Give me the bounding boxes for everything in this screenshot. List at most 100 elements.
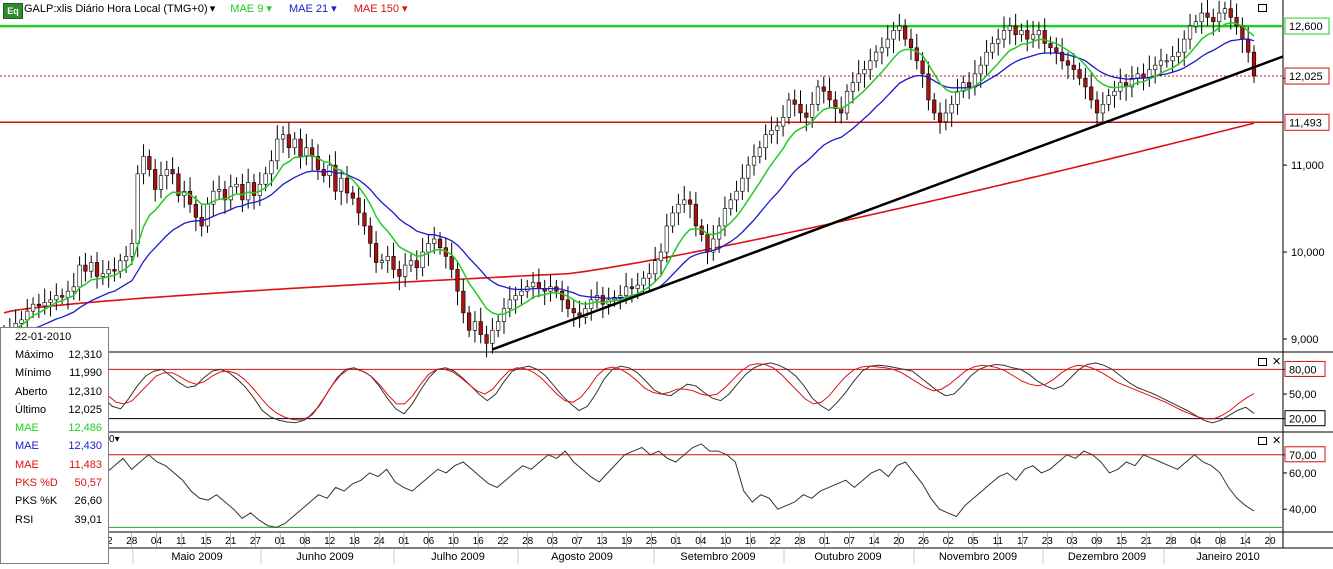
stock-chart[interactable]: 9,00010,00011,00012,00012,60012,02511,49… bbox=[0, 0, 1333, 564]
mae150-line bbox=[3, 122, 1255, 314]
maximize-pks-icon[interactable] bbox=[1258, 358, 1267, 366]
x-tick-label: 16 bbox=[745, 536, 757, 547]
x-tick-label: 04 bbox=[695, 536, 707, 547]
mae150-legend[interactable]: MAE 150 ▾ bbox=[354, 3, 408, 15]
candle-body bbox=[664, 225, 669, 253]
symbol-title[interactable]: GALP:xlis Diário Hora Local (TMG+0) bbox=[24, 3, 208, 15]
candle-body bbox=[1019, 30, 1024, 36]
x-tick-label: 10 bbox=[720, 536, 732, 547]
candle-body bbox=[298, 138, 303, 157]
candle-body bbox=[1164, 60, 1169, 63]
candle-body bbox=[693, 203, 698, 227]
candle-body bbox=[164, 169, 169, 176]
candle-body bbox=[513, 295, 518, 301]
legend-label: MAE bbox=[15, 458, 39, 471]
candle-body bbox=[1048, 43, 1053, 49]
candle-body bbox=[1170, 56, 1175, 62]
candle-body bbox=[1042, 30, 1047, 44]
candle-body bbox=[984, 51, 989, 66]
candle-body bbox=[530, 282, 536, 288]
candle-body bbox=[339, 177, 344, 192]
candle-body bbox=[496, 321, 501, 331]
candle-body bbox=[54, 295, 59, 301]
candle-body bbox=[856, 73, 861, 83]
x-tick-label: 09 bbox=[1091, 536, 1103, 547]
legend-row: PKS %D 50,57 bbox=[1, 474, 108, 492]
candle-body bbox=[1193, 21, 1198, 27]
month-label: Outubro 2009 bbox=[814, 551, 881, 563]
candle-body bbox=[141, 156, 146, 175]
candle-body bbox=[804, 112, 809, 118]
maximize-main-icon[interactable] bbox=[1258, 4, 1267, 12]
candle-body bbox=[205, 203, 210, 227]
candle-body bbox=[1007, 25, 1012, 31]
rsi-line bbox=[3, 439, 1255, 528]
candle-body bbox=[1176, 51, 1181, 57]
candle-body bbox=[234, 183, 239, 188]
candle-body bbox=[426, 243, 431, 253]
candle-body bbox=[571, 308, 576, 314]
rsi-panel-marker[interactable]: 0▾ bbox=[109, 434, 120, 445]
candle-body bbox=[1228, 8, 1233, 18]
pks-y-label: 80,00 bbox=[1289, 364, 1317, 376]
x-tick-label: 04 bbox=[151, 536, 163, 547]
candle-body bbox=[705, 234, 710, 253]
candle-body bbox=[798, 103, 803, 114]
candle-body bbox=[746, 164, 751, 179]
close-pks-icon[interactable]: ✕ bbox=[1272, 357, 1281, 368]
legend-row: Último 12,025 bbox=[1, 401, 108, 419]
legend-label: PKS %D bbox=[15, 477, 58, 490]
candle-body bbox=[246, 182, 251, 201]
candle-body bbox=[810, 103, 815, 118]
maximize-rsi-icon[interactable] bbox=[1258, 437, 1267, 445]
symbol-dropdown-icon[interactable]: ▾ bbox=[210, 3, 216, 15]
candle-body bbox=[123, 256, 129, 262]
x-tick-label: 01 bbox=[398, 536, 410, 547]
legend-label: Mínimo bbox=[15, 367, 52, 380]
candle-body bbox=[269, 160, 274, 175]
candle-body bbox=[967, 82, 972, 88]
x-tick-label: 28 bbox=[126, 536, 138, 547]
candle-body bbox=[763, 134, 768, 149]
candle-body bbox=[1246, 38, 1251, 53]
candle-body bbox=[187, 190, 193, 205]
mae9-legend[interactable]: MAE 9 ▾ bbox=[230, 3, 272, 15]
y-tick-label: 9,000 bbox=[1291, 334, 1319, 346]
candle-body bbox=[414, 260, 419, 268]
legend-date: 22-01-2010 bbox=[15, 331, 72, 343]
x-tick-label: 25 bbox=[646, 536, 658, 547]
candle-body bbox=[501, 308, 507, 322]
candle-body bbox=[775, 125, 780, 131]
candle-body bbox=[30, 303, 36, 312]
x-tick-label: 13 bbox=[596, 536, 608, 547]
candle-body bbox=[391, 256, 396, 270]
x-tick-label: 22 bbox=[497, 536, 509, 547]
x-tick-label: 28 bbox=[794, 536, 806, 547]
y-tick-label: 10,000 bbox=[1291, 247, 1325, 259]
candle-body bbox=[228, 186, 233, 201]
x-tick-label: 21 bbox=[1141, 536, 1153, 547]
candle-body bbox=[990, 43, 995, 53]
candle-body bbox=[1222, 8, 1228, 14]
x-tick-label: 18 bbox=[349, 536, 361, 547]
candle-body bbox=[350, 192, 355, 199]
candle-body bbox=[118, 260, 123, 272]
candle-body bbox=[949, 103, 954, 114]
candle-body bbox=[1251, 51, 1257, 77]
candle-body bbox=[978, 64, 983, 75]
candle-body bbox=[920, 60, 925, 75]
candle-body bbox=[1211, 17, 1216, 23]
candle-body bbox=[1089, 86, 1094, 101]
rsi-y-label: 70,00 bbox=[1289, 450, 1317, 462]
rsi-y-label: 60,00 bbox=[1289, 468, 1317, 480]
candle-body bbox=[1217, 12, 1222, 23]
candle-body bbox=[943, 112, 948, 122]
candle-body bbox=[106, 269, 111, 275]
mae21-legend[interactable]: MAE 21 ▾ bbox=[289, 3, 337, 15]
price-tag-label: 11,493 bbox=[1289, 117, 1322, 129]
candle-body bbox=[408, 260, 414, 266]
candle-body bbox=[507, 299, 512, 309]
candle-body bbox=[914, 47, 919, 62]
legend-value: 12,310 bbox=[68, 349, 102, 361]
close-rsi-icon[interactable]: ✕ bbox=[1272, 436, 1281, 447]
